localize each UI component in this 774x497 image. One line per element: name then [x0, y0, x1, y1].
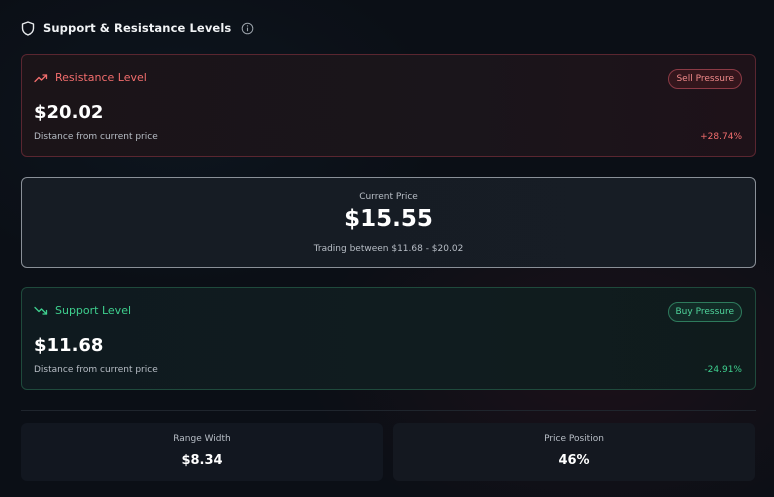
- price-position-label: Price Position: [544, 434, 604, 444]
- price-position-value: 46%: [558, 453, 590, 468]
- range-width-label: Range Width: [173, 434, 231, 444]
- support-resistance-panel: Support & Resistance Levels Resistance L…: [0, 0, 774, 497]
- panel-header: Support & Resistance Levels: [21, 18, 254, 38]
- trading-range-text: Trading between $11.68 - $20.02: [313, 244, 464, 254]
- resistance-distance-value: +28.74%: [700, 132, 742, 142]
- support-distance-label: Distance from current price: [34, 365, 158, 375]
- support-distance-value: -24.91%: [704, 365, 742, 375]
- resistance-distance-label: Distance from current price: [34, 132, 158, 142]
- section-divider: [21, 410, 756, 411]
- current-price-card: Current Price $15.55 Trading between $11…: [21, 177, 756, 268]
- range-width-stat: Range Width $8.34: [21, 423, 383, 481]
- range-width-value: $8.34: [181, 453, 223, 468]
- resistance-label: Resistance Level: [55, 71, 147, 84]
- support-header: Support Level: [34, 304, 131, 317]
- current-price-value: $15.55: [344, 206, 433, 232]
- support-label: Support Level: [55, 304, 132, 317]
- resistance-price: $20.02: [34, 102, 104, 123]
- current-price-label: Current Price: [359, 192, 418, 202]
- trending-down-icon: [34, 306, 48, 316]
- buy-pressure-badge: Buy Pressure: [667, 302, 742, 322]
- support-price: $11.68: [34, 335, 104, 356]
- info-icon[interactable]: [241, 22, 254, 35]
- resistance-header: Resistance Level: [34, 71, 147, 84]
- sell-pressure-badge: Sell Pressure: [668, 69, 742, 89]
- shield-icon: [21, 20, 35, 36]
- trending-up-icon: [34, 73, 48, 83]
- resistance-card: Resistance Level Sell Pressure $20.02 Di…: [21, 54, 756, 157]
- support-card: Support Level Buy Pressure $11.68 Distan…: [21, 287, 756, 390]
- price-position-stat: Price Position 46%: [393, 423, 755, 481]
- panel-title: Support & Resistance Levels: [43, 21, 232, 35]
